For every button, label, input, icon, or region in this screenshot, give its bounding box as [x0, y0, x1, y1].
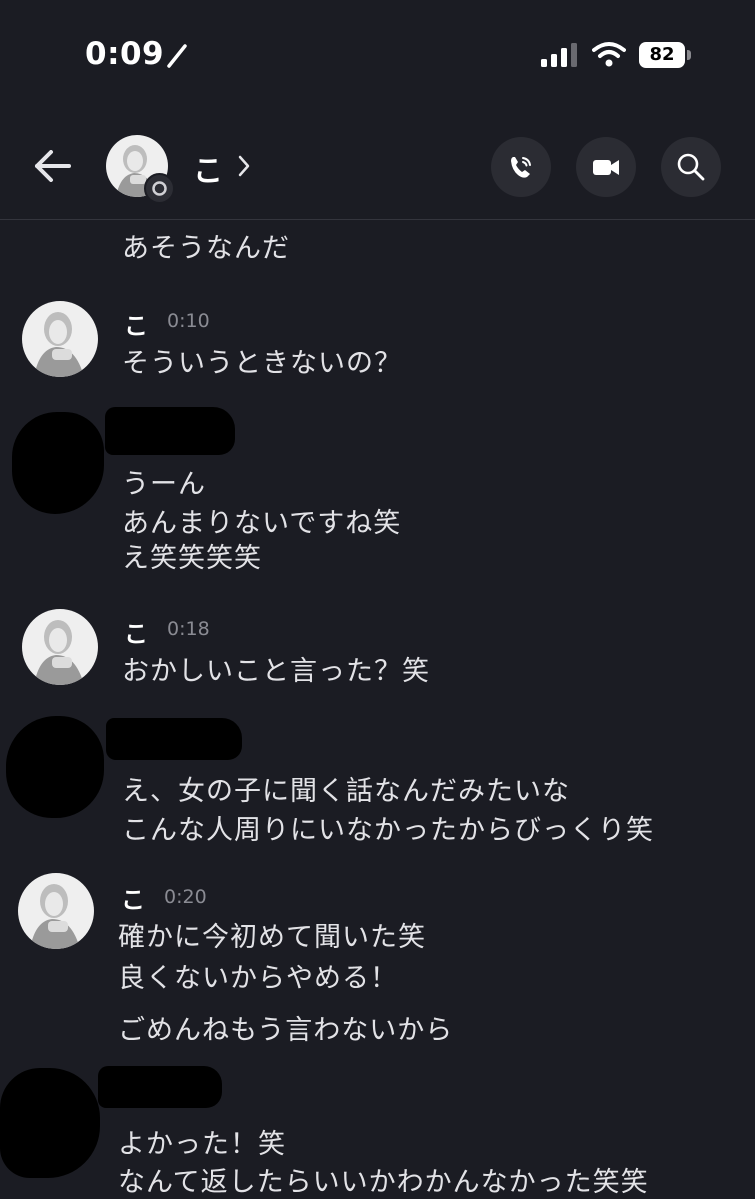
avatar-status-badge — [144, 173, 175, 204]
message-time: 0:10 — [167, 310, 210, 332]
message-text: そういうときないの？ — [122, 348, 402, 379]
status-time: 0:09 — [85, 36, 165, 72]
message-text: おかしいこと言った？笑 — [122, 656, 430, 687]
video-call-button[interactable] — [576, 137, 636, 197]
search-button[interactable] — [661, 137, 721, 197]
message-text: 良くないからやめる！ — [118, 963, 398, 994]
message-time: 0:20 — [164, 886, 207, 908]
message-text: あそうなんだ — [122, 233, 290, 264]
phone-call-icon — [511, 157, 531, 178]
sender-avatar[interactable] — [18, 873, 94, 949]
message-text: え笑笑笑笑 — [122, 543, 262, 574]
message-text: よかった！笑 — [118, 1129, 286, 1160]
chevron-right-icon[interactable] — [236, 154, 252, 178]
redacted-avatar — [6, 716, 104, 818]
message-text: ごめんねもう言わないから — [118, 1015, 454, 1046]
video-camera-icon — [593, 160, 619, 175]
pencil-icon — [167, 44, 187, 68]
sender-name: こ — [124, 620, 148, 648]
redacted-avatar — [0, 1068, 100, 1178]
redacted-sender-name — [105, 407, 235, 455]
message-text: 確かに今初めて聞いた笑 — [118, 922, 426, 953]
message-time: 0:18 — [167, 618, 210, 640]
contact-name[interactable]: こ — [193, 146, 223, 190]
voice-call-button[interactable] — [491, 137, 551, 197]
signal-icon — [541, 43, 577, 67]
back-arrow-icon[interactable] — [34, 150, 72, 182]
sender-avatar[interactable] — [22, 301, 98, 377]
message-text: こんな人周りにいなかったからびっくり笑 — [122, 815, 654, 846]
search-icon — [677, 153, 705, 181]
battery-icon: 82 — [639, 42, 685, 68]
message-text: あんまりないですね笑 — [122, 508, 402, 539]
sender-name: こ — [124, 312, 148, 340]
battery-nub — [687, 50, 691, 60]
redacted-avatar — [12, 412, 104, 514]
chat-header: こ — [0, 110, 755, 220]
message-text: うーん — [122, 469, 206, 500]
sender-name: こ — [121, 886, 145, 914]
sender-avatar[interactable] — [22, 609, 98, 685]
redacted-sender-name — [106, 718, 242, 760]
status-bar: 0:09 82 — [0, 0, 755, 110]
message-text: なんて返したらいいかわかんなかった笑笑 — [118, 1167, 649, 1198]
message-text: え、女の子に聞く話なんだみたいな — [122, 776, 570, 807]
redacted-sender-name — [98, 1066, 222, 1108]
message-list[interactable]: あそうなんだ こ 0:10 そういうときないの？ うーん あんまりないですね笑 … — [0, 220, 755, 1199]
wifi-icon — [592, 42, 626, 67]
